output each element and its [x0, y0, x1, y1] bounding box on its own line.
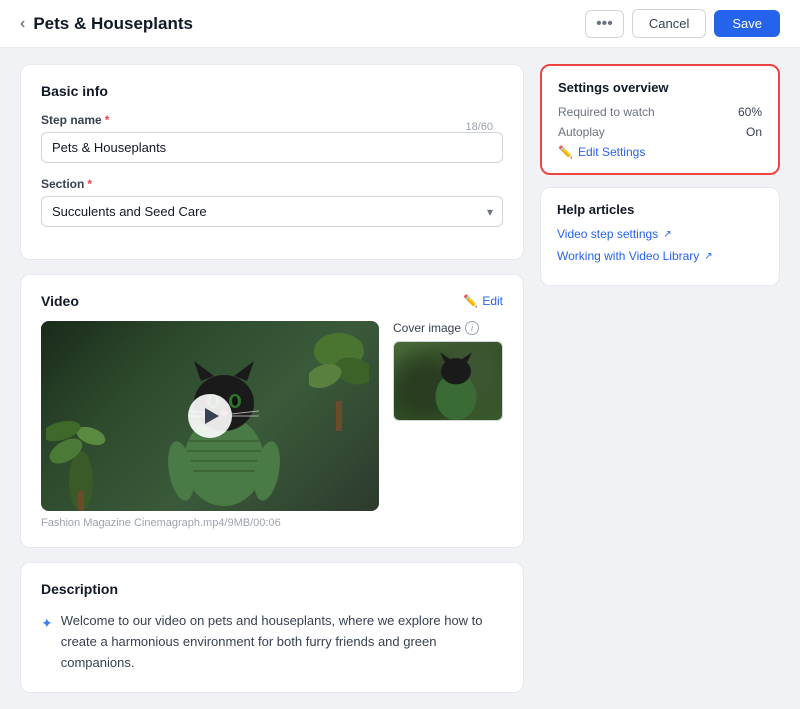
cover-image-label: Cover image i: [393, 321, 503, 335]
required-value: 60%: [738, 105, 762, 119]
cover-thumbnail[interactable]: [393, 341, 503, 421]
cover-image-section: Cover image i: [393, 321, 503, 421]
description-card: Description ✦ Welcome to our video on pe…: [20, 562, 524, 692]
help-link-1-label: Video step settings: [557, 227, 658, 241]
section-field: Section * Succulents and Seed Care ▾: [41, 177, 503, 227]
video-edit-button[interactable]: ✏️ Edit: [463, 294, 503, 308]
description-title: Description: [41, 581, 503, 597]
char-count: 18/60: [465, 121, 493, 133]
basic-info-title: Basic info: [41, 83, 503, 99]
cancel-button[interactable]: Cancel: [632, 9, 706, 38]
pencil-icon: ✏️: [463, 294, 478, 308]
cover-cat-figure: [421, 345, 491, 420]
save-button[interactable]: Save: [714, 10, 780, 37]
video-player-wrapper: Fashion Magazine Cinemagraph.mp4/9MB/00:…: [41, 321, 379, 529]
play-button[interactable]: [188, 394, 232, 438]
info-icon[interactable]: i: [465, 321, 479, 335]
section-select[interactable]: Succulents and Seed Care: [41, 196, 503, 227]
video-card: Video ✏️ Edit: [20, 274, 524, 548]
cover-thumb-inner: [394, 342, 502, 420]
settings-overview-title: Settings overview: [558, 80, 762, 95]
plant-right-icon: [309, 331, 369, 431]
step-name-label: Step name *: [41, 113, 503, 127]
sparkle-icon: ✦: [41, 612, 53, 634]
edit-label: Edit: [482, 294, 503, 308]
header-left: ‹ Pets & Houseplants: [20, 14, 193, 34]
page-title: Pets & Houseplants: [33, 14, 193, 34]
external-link-icon-2: ↗: [704, 251, 712, 262]
edit-settings-button[interactable]: ✏️ Edit Settings: [558, 145, 645, 159]
section-select-wrapper: Succulents and Seed Care ▾: [41, 196, 503, 227]
video-library-link[interactable]: Working with Video Library ↗: [557, 249, 763, 263]
pencil-settings-icon: ✏️: [558, 145, 573, 159]
right-column: Settings overview Required to watch 60% …: [540, 64, 780, 693]
more-options-button[interactable]: •••: [585, 10, 624, 38]
play-icon: [205, 408, 219, 424]
description-text: Welcome to our video on pets and housepl…: [61, 611, 503, 673]
required-label: Required to watch: [558, 105, 655, 119]
help-link-2-label: Working with Video Library: [557, 249, 699, 263]
description-content: ✦ Welcome to our video on pets and house…: [41, 611, 503, 673]
autoplay-row: Autoplay On: [558, 125, 762, 139]
basic-info-card: Basic info Step name * 18/60 Section * S…: [20, 64, 524, 260]
help-articles-title: Help articles: [557, 202, 763, 217]
main-layout: Basic info Step name * 18/60 Section * S…: [0, 48, 800, 709]
left-column: Basic info Step name * 18/60 Section * S…: [20, 64, 524, 693]
step-name-field: Step name * 18/60: [41, 113, 503, 163]
video-player[interactable]: [41, 321, 379, 511]
autoplay-value: On: [746, 125, 762, 139]
edit-settings-label: Edit Settings: [578, 145, 645, 159]
autoplay-label: Autoplay: [558, 125, 605, 139]
video-content: Fashion Magazine Cinemagraph.mp4/9MB/00:…: [41, 321, 503, 529]
required-star: *: [105, 113, 110, 127]
video-step-settings-link[interactable]: Video step settings ↗: [557, 227, 763, 241]
section-label: Section *: [41, 177, 503, 191]
help-articles-card: Help articles Video step settings ↗ Work…: [540, 187, 780, 286]
required-star-section: *: [87, 177, 92, 191]
settings-overview-card: Settings overview Required to watch 60% …: [540, 64, 780, 175]
video-title: Video: [41, 293, 79, 309]
external-link-icon-1: ↗: [663, 229, 671, 240]
step-name-input[interactable]: [41, 132, 503, 163]
header: ‹ Pets & Houseplants ••• Cancel Save: [0, 0, 800, 48]
header-right: ••• Cancel Save: [585, 9, 780, 38]
required-to-watch-row: Required to watch 60%: [558, 105, 762, 119]
back-icon[interactable]: ‹: [20, 15, 25, 33]
video-caption: Fashion Magazine Cinemagraph.mp4/9MB/00:…: [41, 517, 379, 529]
plant-left-icon: [46, 381, 116, 511]
video-header: Video ✏️ Edit: [41, 293, 503, 309]
